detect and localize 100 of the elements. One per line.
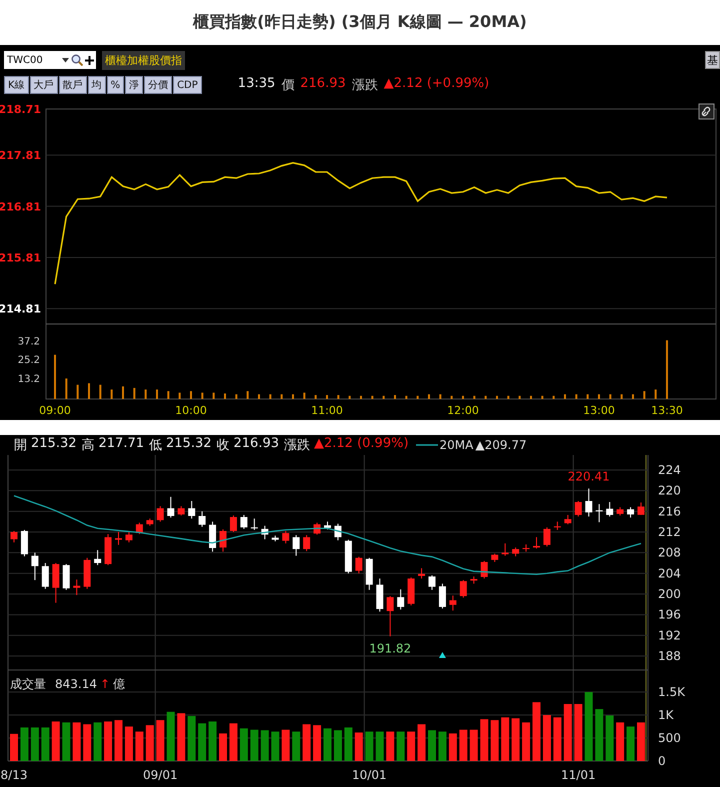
candlestick: [42, 562, 49, 590]
volume-bar: [260, 730, 269, 761]
mode-button[interactable]: 大戶: [30, 76, 58, 94]
volume-bar: [609, 394, 612, 399]
volume-bar: [133, 388, 136, 399]
candlestick: [564, 514, 572, 525]
volume-bar: [480, 719, 488, 761]
x-axis-label: 09/01: [143, 768, 178, 782]
quote-time: 13:35: [238, 76, 276, 93]
y-axis-label: 192: [658, 628, 681, 642]
mode-button[interactable]: CDP: [173, 76, 202, 94]
candlestick: [324, 521, 331, 530]
candlestick: [94, 550, 102, 566]
mode-button[interactable]: 散戶: [58, 76, 87, 94]
volume-bar: [269, 394, 272, 399]
volume-bar: [584, 692, 593, 761]
volume-bar: [532, 702, 540, 761]
y-axis-label: 200: [658, 587, 681, 602]
candlestick: [627, 506, 634, 518]
volume-bar: [219, 733, 227, 761]
symbol-field[interactable]: TWC00: [4, 54, 60, 66]
volume-bar: [490, 720, 499, 761]
volume-bar: [530, 396, 532, 399]
volume-bar: [407, 732, 416, 761]
plus-icon[interactable]: [85, 56, 94, 64]
volume-bar: [598, 394, 600, 399]
x-axis-label: 11/01: [561, 768, 596, 782]
mode-button[interactable]: 均: [88, 76, 106, 94]
volume-value: 843.14: [55, 677, 97, 691]
candlestick: [272, 535, 279, 542]
volume-bar: [365, 732, 374, 761]
volume-bar: [344, 727, 352, 761]
y-axis-label: 224: [658, 463, 681, 477]
candlestick: [104, 534, 112, 566]
y-axis-label: 196: [658, 608, 681, 622]
y-axis-label: 1K: [658, 708, 674, 722]
volume-bar: [146, 725, 154, 761]
volume-bar: [72, 722, 81, 761]
triangle-marker-icon: [438, 652, 446, 658]
volume-label: 成交量: [10, 677, 46, 691]
ohlc-value: 215.32: [31, 436, 76, 453]
candlestick: [554, 521, 561, 530]
volume-bar: [198, 723, 206, 761]
candlestick: [220, 528, 226, 552]
volume-bar: [501, 717, 510, 761]
x-axis-label: 10/01: [352, 768, 387, 782]
volume-bar: [643, 391, 646, 399]
volume-bar: [177, 713, 186, 761]
candlestick: [522, 544, 530, 552]
symbol-search-bar[interactable]: TWC00: [4, 51, 96, 69]
search-icon[interactable]: [71, 54, 83, 66]
volume-bar: [201, 392, 204, 399]
y-axis-label: 220: [658, 484, 681, 498]
y-axis-label: 0: [658, 754, 666, 768]
candlestick: [376, 578, 384, 612]
mode-button[interactable]: 分價: [144, 76, 172, 94]
candlestick: [574, 500, 582, 517]
volume-bar: [382, 396, 385, 399]
mode-button[interactable]: %: [106, 76, 124, 94]
side-button[interactable]: 基: [705, 51, 720, 69]
mode-button[interactable]: 淨: [125, 76, 144, 94]
y-axis-label: 212: [658, 525, 681, 539]
link-icon[interactable]: [698, 104, 714, 120]
volume-bar: [448, 733, 457, 761]
volume-bar: [282, 730, 290, 761]
volume-bar: [250, 730, 258, 761]
y-axis-label: 25.2: [18, 355, 40, 366]
volume-bar: [240, 728, 248, 761]
candlestick: [261, 525, 268, 540]
volume-bar: [104, 721, 112, 761]
candlestick: [596, 504, 603, 523]
volume-bar: [586, 394, 589, 399]
candlestick: [52, 562, 60, 604]
y-axis-label: 216: [658, 504, 681, 518]
volume-bar: [438, 732, 446, 761]
change-value: ▲2.12 (0.99%): [314, 436, 409, 453]
candlestick: [250, 518, 258, 530]
volume-bar: [52, 721, 60, 761]
mode-button[interactable]: K線: [4, 76, 29, 94]
volume-bar: [470, 730, 478, 761]
volume-bar: [595, 709, 604, 761]
volume-bar: [62, 722, 70, 761]
candlestick: [491, 553, 498, 562]
volume-bar: [271, 732, 280, 761]
ohlc-value: 215.32: [166, 436, 212, 453]
candlestick: [428, 574, 436, 590]
volume-bar: [371, 396, 374, 399]
candlestick: [480, 560, 488, 580]
candlestick: [616, 506, 624, 516]
volume-bar: [450, 396, 453, 399]
volume-bar: [302, 724, 311, 761]
change-label: 漲跌: [352, 77, 378, 94]
volume-bar: [354, 732, 363, 761]
y-axis-label: 208: [658, 546, 681, 560]
candlestick: [125, 532, 132, 543]
volume-bar: [418, 724, 426, 761]
ohlc-label: 開: [14, 437, 27, 454]
caret-icon[interactable]: [62, 58, 69, 62]
volume-bar: [574, 704, 582, 761]
price-annotation: 220.41: [568, 470, 610, 484]
